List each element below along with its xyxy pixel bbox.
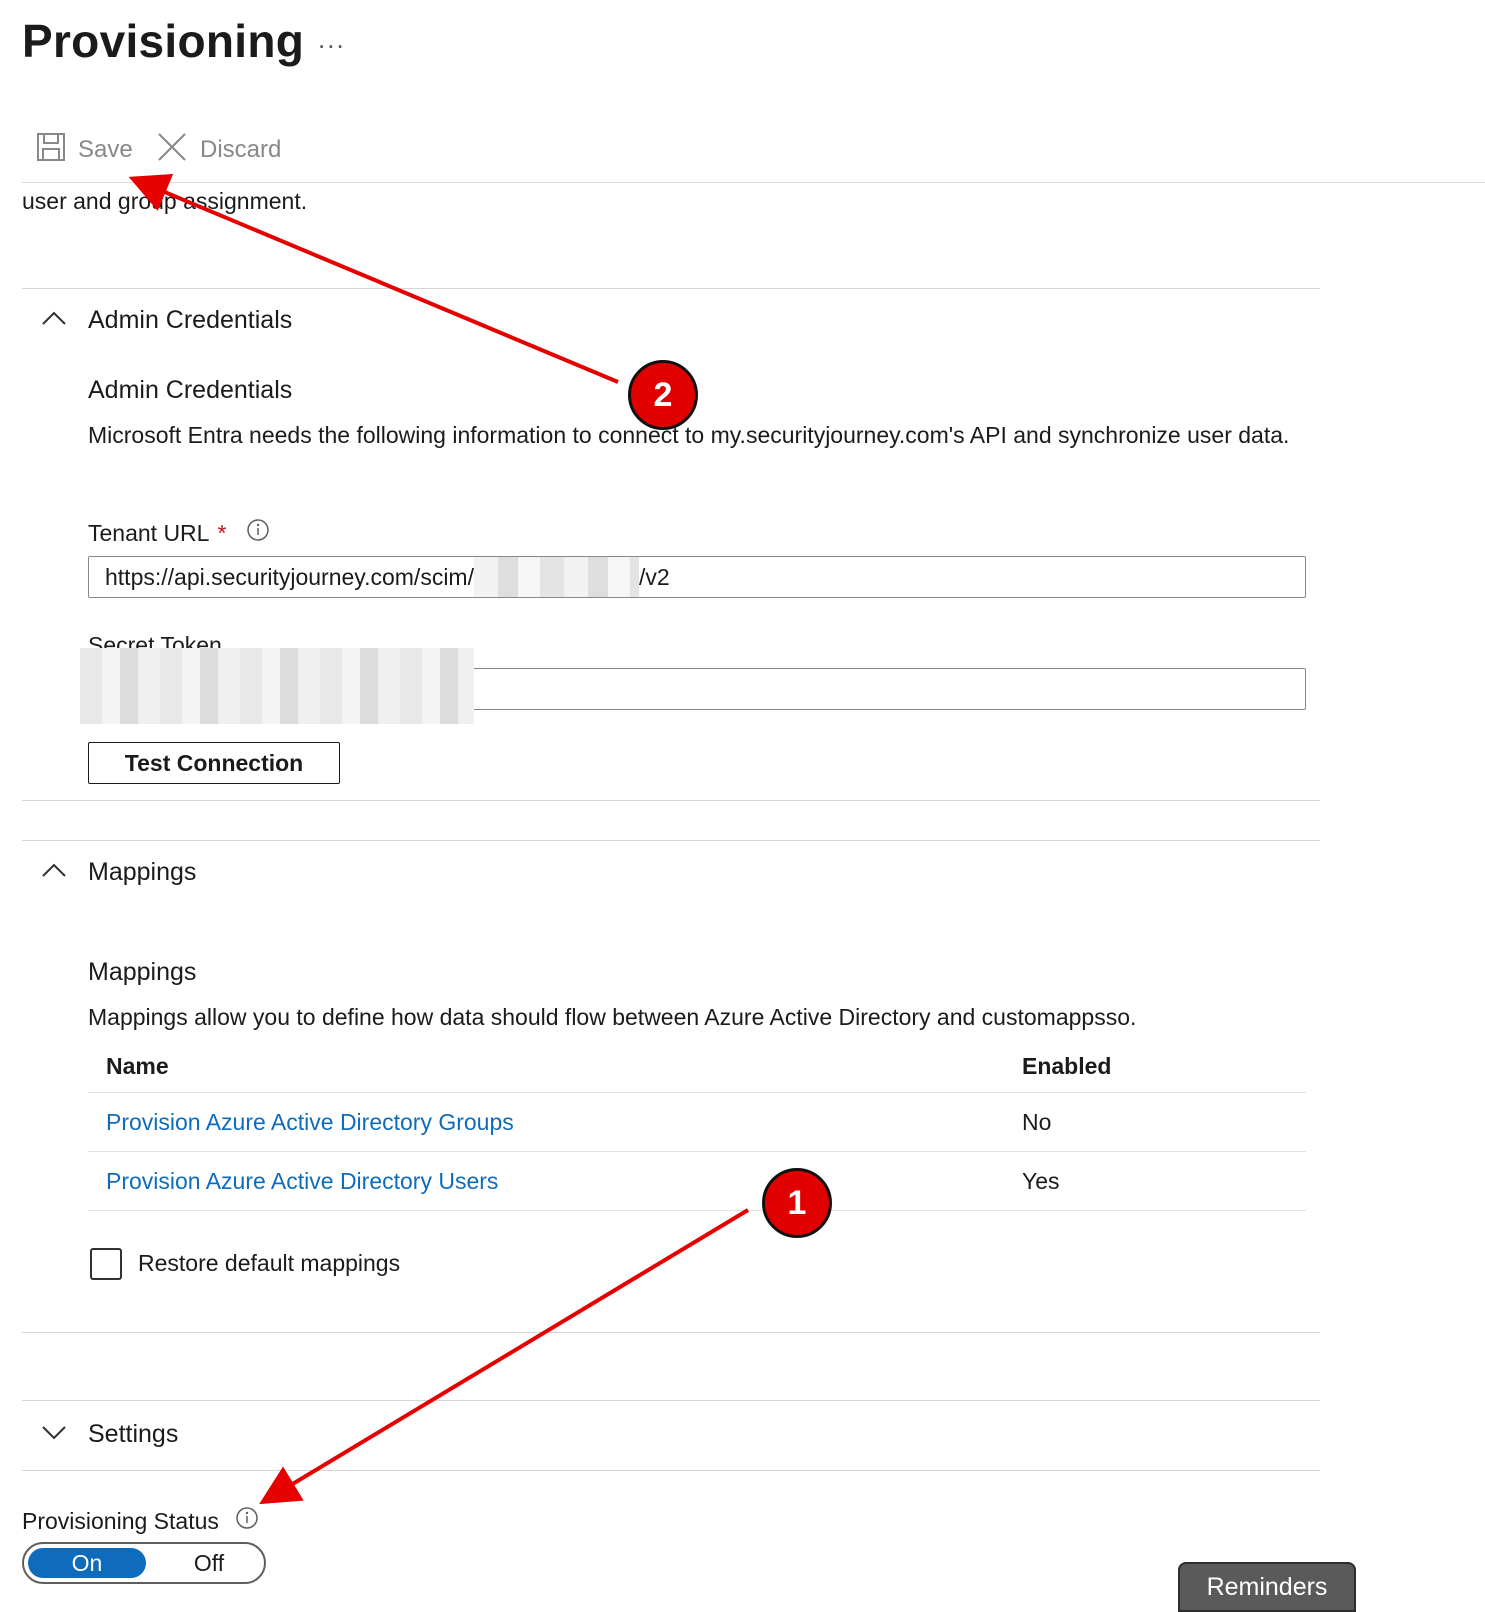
chevron-down-icon (40, 1420, 68, 1449)
tenant-url-prefix: https://api.securityjourney.com/scim/ (105, 563, 474, 590)
mapping-enabled-value: Yes (1022, 1167, 1060, 1194)
redacted-value (473, 557, 639, 597)
tenant-url-suffix: /v2 (638, 563, 670, 590)
more-options-button[interactable]: ... (318, 24, 346, 55)
column-header-enabled: Enabled (1022, 1052, 1112, 1079)
mappings-description: Mappings allow you to define how data sh… (88, 1004, 1137, 1030)
admin-credentials-description: Microsoft Entra needs the following info… (88, 422, 1290, 448)
section-divider (22, 1400, 1320, 1401)
required-mark: * (217, 519, 227, 546)
mappings-section-header[interactable]: Mappings (40, 858, 196, 887)
test-connection-button[interactable]: Test Connection (88, 742, 340, 784)
annotation-marker-1: 1 (762, 1168, 832, 1238)
tenant-url-label-text: Tenant URL (88, 519, 210, 546)
toggle-on-option[interactable]: On (28, 1548, 146, 1578)
settings-section-label: Settings (88, 1420, 179, 1448)
provisioning-status-label: Provisioning Status (22, 1506, 259, 1536)
reminders-button[interactable]: Reminders (1178, 1562, 1356, 1612)
mapping-enabled-value: No (1022, 1108, 1052, 1135)
table-row: Provision Azure Active Directory Groups … (88, 1093, 1306, 1152)
settings-section-header[interactable]: Settings (40, 1420, 178, 1449)
annotation-marker-2: 2 (628, 360, 698, 430)
restore-default-mappings-checkbox[interactable] (90, 1248, 122, 1280)
provisioning-status-label-text: Provisioning Status (22, 1507, 219, 1534)
discard-label: Discard (200, 136, 282, 163)
mappings-table: Name Enabled Provision Azure Active Dire… (88, 1040, 1306, 1211)
info-icon[interactable] (235, 1506, 259, 1536)
intro-text: user and group assignment. (22, 188, 308, 214)
tenant-url-label: Tenant URL * (88, 518, 270, 548)
toolbar-divider (22, 182, 1485, 183)
admin-credentials-section-label: Admin Credentials (88, 306, 293, 334)
mapping-link-groups[interactable]: Provision Azure Active Directory Groups (106, 1109, 514, 1136)
close-icon (156, 131, 188, 170)
discard-button[interactable]: Discard (156, 130, 281, 170)
restore-default-mappings-label: Restore default mappings (138, 1250, 401, 1276)
admin-credentials-subtitle: Admin Credentials (88, 376, 293, 404)
page-title: Provisioning (22, 15, 305, 67)
section-divider (22, 1332, 1320, 1333)
section-divider (22, 1470, 1320, 1471)
save-icon (36, 132, 66, 169)
table-row: Provision Azure Active Directory Users Y… (88, 1152, 1306, 1211)
mappings-subtitle: Mappings (88, 958, 197, 986)
redacted-token (80, 648, 474, 724)
section-divider (22, 840, 1320, 841)
chevron-up-icon (40, 858, 68, 887)
save-button[interactable]: Save (36, 130, 133, 170)
section-divider (22, 800, 1320, 801)
provisioning-status-toggle[interactable]: On Off (22, 1542, 266, 1584)
table-header-row: Name Enabled (88, 1040, 1306, 1093)
mapping-link-users[interactable]: Provision Azure Active Directory Users (106, 1168, 498, 1195)
tenant-url-input[interactable]: https://api.securityjourney.com/scim/ /v… (88, 556, 1306, 598)
save-label: Save (78, 136, 133, 163)
section-divider (22, 288, 1320, 289)
toggle-off-option[interactable]: Off (164, 1548, 254, 1578)
column-header-name: Name (106, 1052, 169, 1079)
admin-credentials-section-header[interactable]: Admin Credentials (40, 306, 292, 335)
info-icon[interactable] (246, 518, 270, 548)
mappings-section-label: Mappings (88, 858, 197, 886)
chevron-up-icon (40, 306, 68, 335)
